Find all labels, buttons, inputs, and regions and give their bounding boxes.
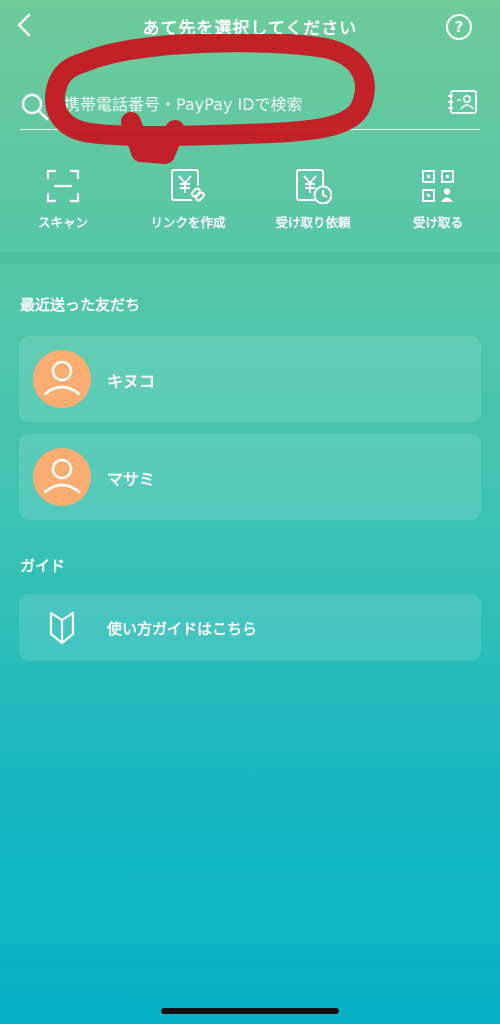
search-icon bbox=[21, 93, 49, 121]
section-divider bbox=[0, 252, 500, 264]
avatar bbox=[33, 350, 91, 408]
recent-friends-heading: 最近送った友だち bbox=[20, 296, 141, 314]
request-payment-button[interactable]: 受け取り依頼 bbox=[258, 168, 368, 248]
beginner-mark-icon bbox=[49, 611, 75, 645]
contacts-button[interactable] bbox=[448, 88, 478, 116]
create-link-button[interactable]: リンクを作成 bbox=[133, 168, 243, 248]
contact-card-icon bbox=[448, 90, 477, 114]
action-row: スキャン リンクを作成 受け取り依頼 受け取る bbox=[0, 168, 500, 248]
page-title: あて先を選択してください bbox=[142, 19, 358, 39]
receive-button[interactable]: 受け取る bbox=[383, 168, 493, 248]
home-indicator[interactable] bbox=[161, 1008, 339, 1014]
friend-name: キヌコ bbox=[107, 372, 156, 391]
scan-icon bbox=[46, 169, 80, 203]
create-link-label: リンクを作成 bbox=[150, 215, 226, 230]
guide-heading: ガイド bbox=[20, 557, 66, 575]
qr-user-icon bbox=[422, 170, 455, 203]
scan-button[interactable]: スキャン bbox=[8, 168, 118, 248]
person-icon bbox=[43, 458, 81, 494]
friend-name: マサミ bbox=[107, 470, 156, 489]
back-button[interactable] bbox=[10, 10, 40, 40]
header-bar: あて先を選択してください ? bbox=[0, 0, 500, 52]
yen-link-icon bbox=[171, 169, 207, 203]
scan-label: スキャン bbox=[37, 215, 88, 230]
search-bar bbox=[20, 82, 480, 130]
avatar bbox=[33, 448, 91, 506]
receive-label: 受け取る bbox=[412, 215, 463, 230]
search-input[interactable] bbox=[64, 90, 424, 118]
chevron-left-icon bbox=[17, 13, 31, 37]
usage-guide-label: 使い方ガイドはこちら bbox=[107, 620, 258, 638]
request-payment-label: 受け取り依頼 bbox=[275, 215, 351, 230]
yen-clock-icon bbox=[296, 169, 332, 204]
person-icon bbox=[43, 360, 81, 396]
help-button[interactable]: ? bbox=[446, 14, 472, 40]
usage-guide-link[interactable]: 使い方ガイドはこちら bbox=[19, 594, 481, 661]
friend-list-item[interactable]: キヌコ bbox=[19, 336, 481, 422]
friend-list-item[interactable]: マサミ bbox=[19, 434, 481, 520]
